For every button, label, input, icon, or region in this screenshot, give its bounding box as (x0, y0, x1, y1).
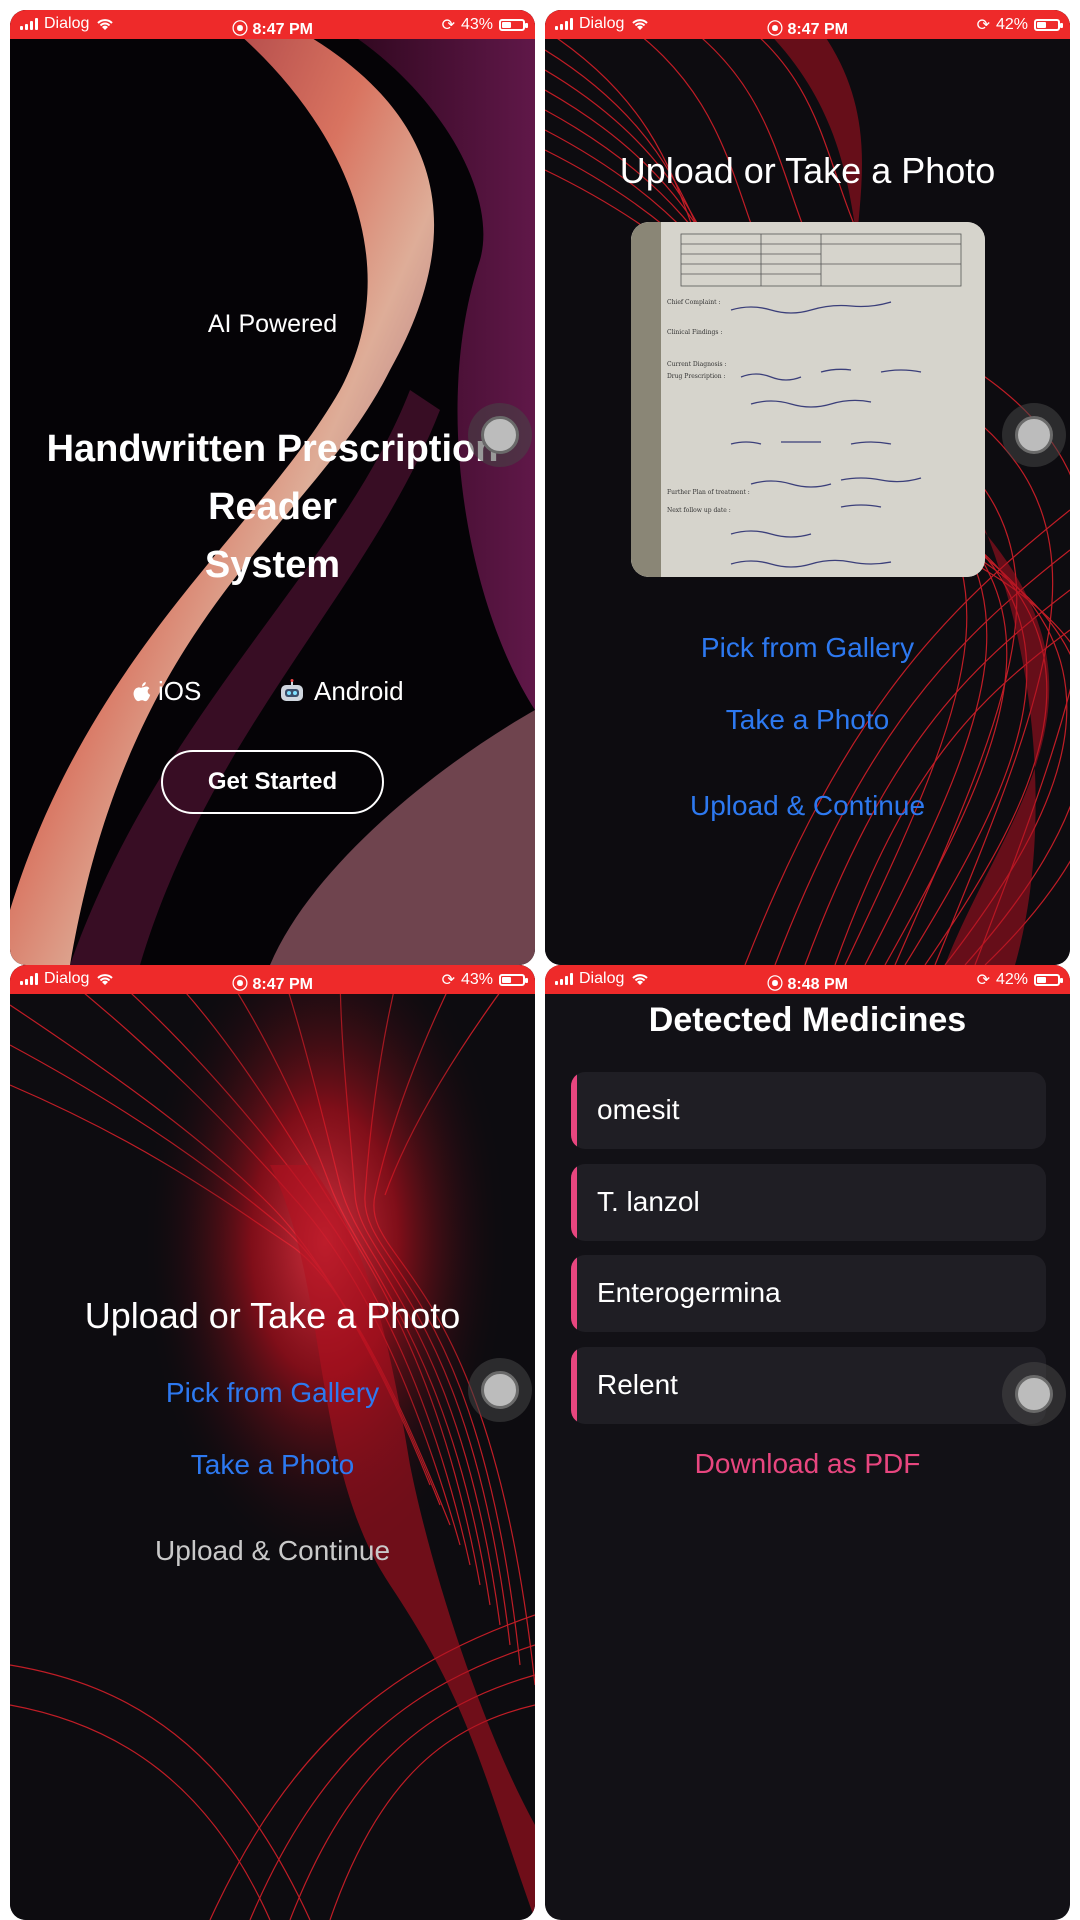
status-time: 8:48 PM (787, 976, 848, 993)
apple-icon (133, 681, 151, 701)
tagline: AI Powered (207, 310, 338, 338)
status-time: 8:47 PM (252, 21, 313, 38)
battery-percent: 43% (460, 16, 493, 33)
upload-heading: Upload or Take a Photo (619, 150, 996, 191)
medicine-item[interactable]: Enterogermina (571, 1255, 1046, 1332)
background-red-waves (10, 965, 535, 1920)
status-bar: Dialog ⦿ 8:47 PM ⟳ 43% (10, 965, 535, 994)
medicine-item[interactable]: omesit (571, 1072, 1046, 1149)
orientation-lock-icon: ⟳ (976, 972, 990, 989)
upload-continue-button-disabled[interactable]: Upload & Continue (10, 1535, 535, 1567)
medicine-item[interactable]: Relent (571, 1347, 1046, 1424)
status-bar: Dialog ⦿ 8:47 PM ⟳ 43% (10, 10, 535, 39)
upload-screen-with-photo: Dialog ⦿ 8:47 PM ⟳ 42% Upload or Take a P… (545, 10, 1070, 965)
platform-android: Android (278, 676, 404, 707)
take-photo-button[interactable]: Take a Photo (545, 704, 1070, 736)
svg-text:Next follow up date :: Next follow up date : (667, 507, 731, 514)
results-heading: Detected Medicines (648, 1001, 967, 1039)
assistive-touch-button[interactable] (1002, 403, 1066, 467)
upload-screen-empty: Dialog ⦿ 8:47 PM ⟳ 43% Upload or Take a P… (10, 965, 535, 1920)
battery-icon (1034, 19, 1063, 31)
take-photo-button[interactable]: Take a Photo (10, 1449, 535, 1481)
medicine-name: Enterogermina (597, 1277, 781, 1308)
status-bar: Dialog ⦿ 8:47 PM ⟳ 42% (545, 10, 1070, 39)
orientation-lock-icon: ⟳ (976, 17, 990, 34)
svg-text:Chief Complaint :: Chief Complaint : (667, 299, 720, 306)
status-time: 8:47 PM (252, 976, 313, 993)
app-title-line2: Reader (208, 486, 337, 528)
battery-percent: 43% (460, 971, 493, 988)
battery-percent: 42% (995, 971, 1028, 988)
svg-text:Drug Prescription :: Drug Prescription : (667, 373, 726, 380)
medicine-accent-bar (571, 1072, 577, 1149)
medicine-accent-bar (571, 1347, 577, 1424)
orientation-lock-icon: ⟳ (441, 972, 455, 989)
status-time: 8:47 PM (787, 21, 848, 38)
app-title-line1: Handwritten Prescription (46, 428, 499, 470)
svg-text:Clinical Findings :: Clinical Findings : (667, 329, 722, 336)
status-bar: Dialog ⦿ 8:48 PM ⟳ 42% (545, 965, 1070, 994)
pick-from-gallery-button[interactable]: Pick from Gallery (10, 1377, 535, 1409)
prescription-image: Chief Complaint : Clinical Findings : Cu… (631, 222, 985, 577)
pick-from-gallery-button[interactable]: Pick from Gallery (545, 632, 1070, 664)
medicine-name: omesit (597, 1094, 680, 1125)
alarm-icon: ⦿ (767, 21, 784, 38)
medicine-name: T. lanzol (597, 1186, 700, 1217)
battery-icon (499, 19, 528, 31)
ios-label: iOS (158, 676, 202, 706)
get-started-button[interactable]: Get Started (161, 750, 384, 814)
welcome-screen: Dialog ⦿ 8:47 PM ⟳ 43% AI Powered Handwri… (10, 10, 535, 965)
battery-percent: 42% (995, 16, 1028, 33)
medicine-item[interactable]: T. lanzol (571, 1164, 1046, 1241)
results-screen: Dialog ⦿ 8:48 PM ⟳ 42% Detected Medicines… (545, 965, 1070, 1920)
assistive-touch-button[interactable] (1002, 1362, 1066, 1426)
app-title: Handwritten Prescription Reader System (10, 420, 535, 594)
battery-icon (499, 974, 528, 986)
svg-text:Current Diagnosis :: Current Diagnosis : (667, 361, 727, 368)
medicine-name: Relent (597, 1369, 678, 1400)
app-title-line3: System (204, 544, 341, 586)
download-pdf-button[interactable]: Download as PDF (545, 1448, 1070, 1480)
orientation-lock-icon: ⟳ (441, 17, 455, 34)
platform-ios: iOS (132, 676, 201, 707)
alarm-icon: ⦿ (232, 21, 249, 38)
svg-text:Further Plan of treatment :: Further Plan of treatment : (667, 489, 750, 496)
upload-continue-button[interactable]: Upload & Continue (545, 790, 1070, 822)
prescription-photo: Chief Complaint : Clinical Findings : Cu… (631, 222, 985, 577)
robot-icon (281, 678, 303, 701)
upload-heading: Upload or Take a Photo (84, 1295, 461, 1336)
medicine-accent-bar (571, 1164, 577, 1241)
alarm-icon: ⦿ (767, 976, 784, 993)
medicine-accent-bar (571, 1255, 577, 1332)
assistive-touch-button[interactable] (468, 403, 532, 467)
android-label: Android (314, 676, 404, 706)
alarm-icon: ⦿ (232, 976, 249, 993)
assistive-touch-button[interactable] (468, 1358, 532, 1422)
battery-icon (1034, 974, 1063, 986)
